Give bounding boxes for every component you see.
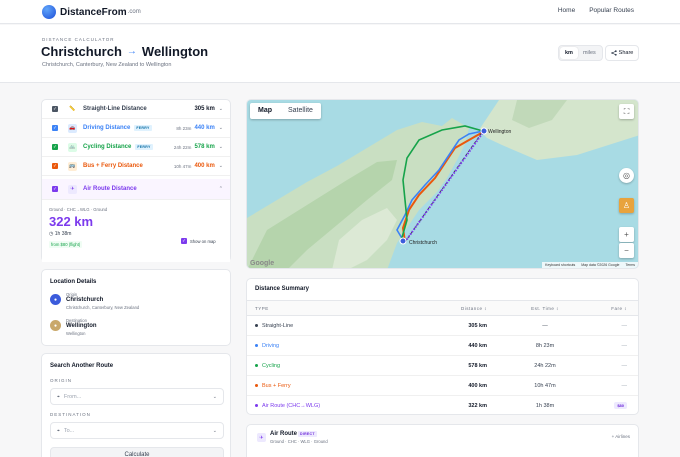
airlines-toggle[interactable]: + Airlines (612, 434, 630, 439)
checkbox-show-map[interactable]: ✓ (181, 238, 187, 244)
destination-location: ● Destination Wellington Wellington (50, 318, 97, 336)
map-type-tabs: Map Satellite (250, 103, 321, 119)
unit-km[interactable]: km (560, 47, 578, 59)
wellington-map-label: Wellington (488, 129, 511, 135)
air-route-detail: Ground · CHC→WLG · Ground 322 km ◷ 1h 38… (42, 200, 230, 262)
share-button[interactable]: Share (605, 45, 639, 61)
routes-card: ✓ 📏 Straight-Line Distance 305 km ⌄ ✓ 🚗 … (41, 99, 231, 262)
globe-icon (42, 5, 56, 19)
chevron-down-icon[interactable]: ⌄ (213, 428, 217, 434)
tab-satellite[interactable]: Satellite (280, 103, 321, 119)
checkbox-straight[interactable]: ✓ (52, 106, 58, 112)
page-title: Christchurch → Wellington (41, 44, 208, 59)
origin-pin-icon: ● (50, 294, 61, 305)
route-row-air[interactable]: ✓ ✈ Air Route Distance ⌃ (42, 179, 230, 200)
route-row-bus-ferry[interactable]: ✓ 🚌 Bus + Ferry Distance 10h 47m 400 km … (42, 157, 230, 176)
nav-home-link[interactable]: Home (558, 7, 575, 14)
unit-miles[interactable]: miles (578, 47, 601, 59)
sort-time[interactable]: Est. Time ↕ (527, 306, 563, 311)
table-row: Driving 440 km 8h 23m — (247, 336, 638, 356)
route-map[interactable]: Christchurch Wellington Map Satellite ⛶ … (246, 99, 639, 269)
share-icon (610, 50, 617, 56)
origin-location: ● Origin Christchurch Christchurch, Cant… (50, 292, 139, 310)
ruler-icon: 📏 (69, 106, 76, 112)
route-row-driving[interactable]: ✓ 🚗 Driving Distance FERRY 8h 23m 440 km… (42, 119, 230, 138)
origin-input[interactable]: ⌖ From... ⌄ (50, 388, 224, 405)
destination-marker[interactable] (480, 127, 488, 135)
car-icon: 🚗 (68, 123, 77, 133)
table-row: Air Route (CHC→WLG) 322 km 1h 38m $80 (247, 396, 638, 416)
ferry-badge: FERRY (135, 144, 153, 150)
map-attribution: Keyboard shortcuts Map data ©2026 Google… (542, 262, 638, 268)
site-logo[interactable]: DistanceFrom .com (42, 5, 141, 19)
tab-map[interactable]: Map (250, 103, 280, 119)
chevron-down-icon[interactable]: ⌄ (213, 394, 217, 400)
destination-input[interactable]: ⌖ To... ⌄ (50, 422, 224, 439)
checkbox-air[interactable]: ✓ (52, 186, 58, 192)
map-pin-icon: ⌖ (57, 427, 60, 434)
summary-table-header: TYPE Distance ↕ Est. Time ↕ Fare ↕ (247, 300, 638, 316)
map-pin-icon: ⌖ (57, 393, 60, 400)
location-details-card: Location Details ● Origin Christchurch C… (41, 269, 231, 346)
table-row: Cycling 578 km 24h 22m — (247, 356, 638, 376)
page-header: DISTANCE CALCULATOR Christchurch → Welli… (0, 25, 680, 83)
nav-popular-routes-link[interactable]: Popular Routes (589, 7, 634, 14)
christchurch-map-label: Christchurch (409, 240, 437, 246)
air-duration: ◷ 1h 38m (49, 231, 72, 237)
pegman-icon[interactable]: ♙ (619, 198, 634, 213)
chevron-down-icon[interactable]: ⌄ (219, 163, 223, 169)
distance-summary-card: Distance Summary TYPE Distance ↕ Est. Ti… (246, 278, 639, 415)
top-nav: DistanceFrom .com Home Popular Routes (0, 0, 680, 24)
unit-toggle: km miles (558, 45, 603, 61)
search-route-card: Search Another Route ORIGIN ⌖ From... ⌄ … (41, 353, 231, 457)
fullscreen-icon[interactable]: ⛶ (619, 104, 634, 119)
location-target-icon[interactable]: ◎ (619, 168, 634, 183)
calculate-button[interactable]: Calculate (50, 447, 224, 457)
ferry-badge: FERRY (134, 125, 152, 131)
direct-badge: DIRECT (298, 431, 317, 437)
zoom-out-icon[interactable]: − (619, 243, 634, 258)
fare-badge: $80 (614, 402, 627, 409)
checkbox-driving[interactable]: ✓ (52, 125, 58, 131)
clock-time: 24h 22m (173, 144, 192, 150)
chevron-down-icon[interactable]: ⌄ (219, 106, 223, 112)
plane-icon: ✈ (257, 433, 266, 442)
show-on-map-toggle[interactable]: ✓ Show on map (181, 238, 216, 244)
table-row: Bus + Ferry 400 km 10h 47m — (247, 376, 638, 396)
chevron-down-icon[interactable]: ⌄ (219, 144, 223, 150)
air-price: from $80 (flight) (49, 241, 83, 248)
clock-time: 10h 47m (173, 163, 192, 169)
plane-icon: ✈ (68, 184, 77, 194)
origin-title: Christchurch (41, 44, 122, 59)
zoom-in-icon[interactable]: + (619, 227, 634, 242)
bus-icon: 🚌 (68, 161, 77, 171)
bike-icon: 🚲 (68, 142, 77, 152)
chevron-up-icon[interactable]: ⌃ (219, 186, 223, 192)
checkbox-cycling[interactable]: ✓ (52, 144, 58, 150)
sort-distance[interactable]: Distance ↕ (447, 306, 487, 311)
arrow-right-icon: → (126, 46, 137, 57)
air-route-card: ✈ Air Route DIRECT Ground · CHC · WLG · … (246, 424, 639, 457)
clock-time: 8h 23m (176, 125, 192, 131)
destination-pin-icon: ● (50, 320, 61, 331)
route-row-straight[interactable]: ✓ 📏 Straight-Line Distance 305 km ⌄ (42, 100, 230, 119)
checkbox-bus-ferry[interactable]: ✓ (52, 163, 58, 169)
route-row-cycling[interactable]: ✓ 🚲 Cycling Distance FERRY 24h 22m 578 k… (42, 138, 230, 157)
sort-fare[interactable]: Fare ↕ (611, 306, 627, 311)
page-subtitle: Christchurch, Canterbury, New Zealand to… (42, 62, 172, 68)
table-row: Straight-Line 305 km — — (247, 316, 638, 336)
origin-marker[interactable] (399, 237, 407, 245)
air-distance: 322 km (49, 214, 94, 229)
chevron-down-icon[interactable]: ⌄ (219, 125, 223, 131)
google-logo: Google (250, 260, 275, 267)
map-canvas[interactable]: Christchurch Wellington (247, 100, 639, 269)
eyebrow: DISTANCE CALCULATOR (42, 37, 115, 42)
destination-title: Wellington (141, 44, 209, 59)
